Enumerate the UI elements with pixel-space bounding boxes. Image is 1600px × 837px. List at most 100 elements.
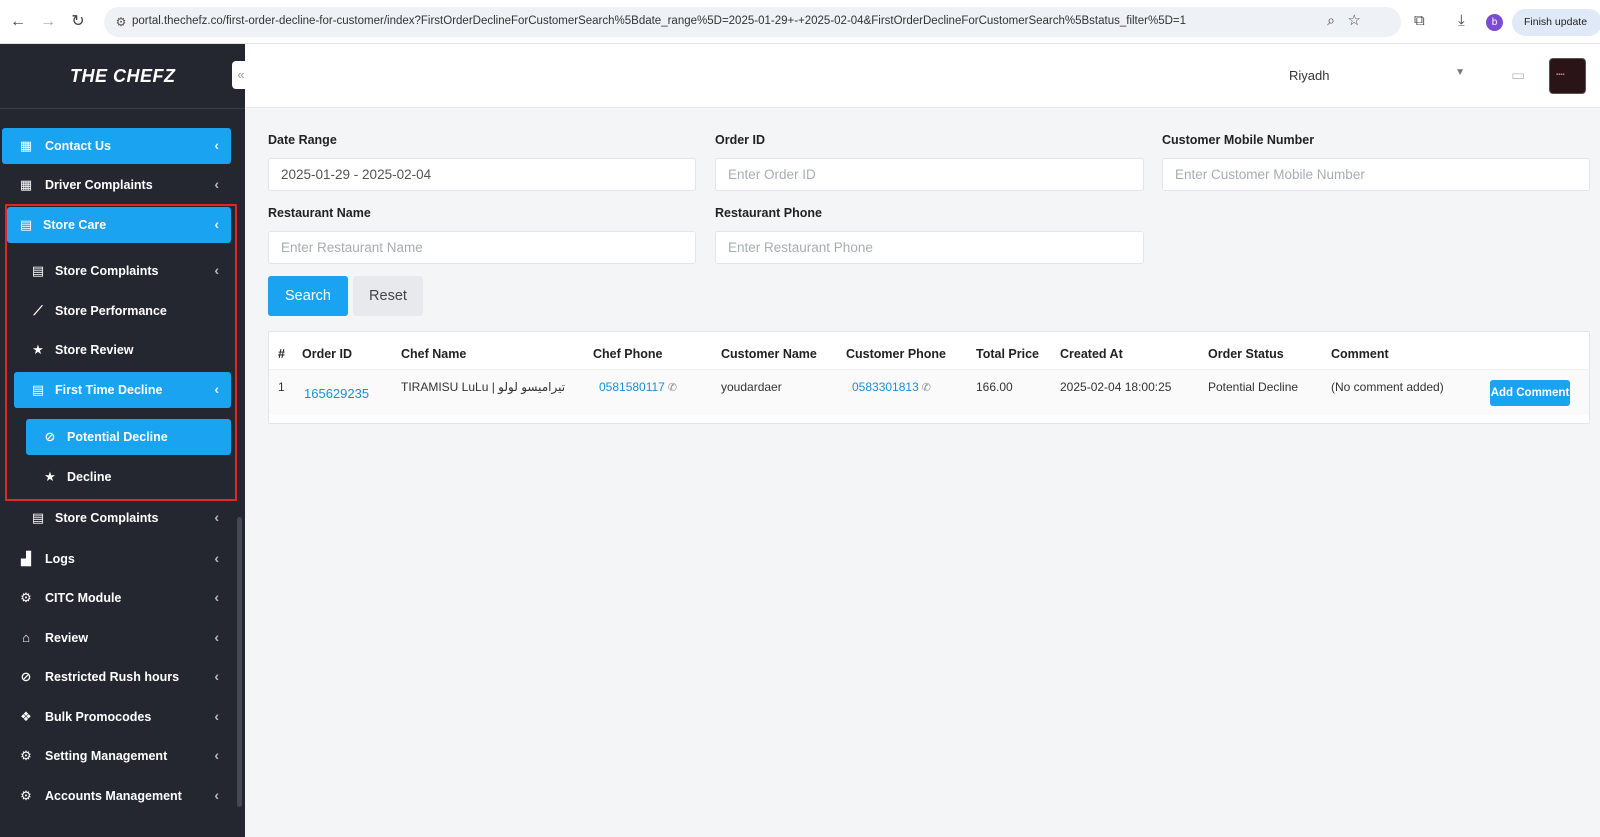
date-range-input[interactable] bbox=[268, 158, 696, 191]
sidebar-item-label: Contact Us bbox=[45, 139, 111, 153]
download-icon[interactable]: ⤓ bbox=[1458, 12, 1465, 29]
bank-icon: ⌂ bbox=[22, 630, 30, 645]
chevron-left-icon: ‹ bbox=[214, 747, 219, 763]
extensions-icon[interactable]: ⧉ bbox=[1414, 12, 1425, 29]
annotation-highlight-box bbox=[5, 204, 237, 501]
cell-order-id-link[interactable]: 165629235 bbox=[304, 386, 369, 401]
cogs-icon: ⚙ bbox=[20, 590, 32, 605]
finish-update-button[interactable]: Finish update bbox=[1512, 9, 1600, 36]
topbar: Riyadh ▼ ▭ ▪▪▪▪ bbox=[245, 44, 1600, 108]
sidebar-item-label: Restricted Rush hours bbox=[45, 670, 180, 684]
phone-icon: ✆ bbox=[921, 382, 931, 394]
customer-mobile-label: Customer Mobile Number bbox=[1162, 133, 1315, 147]
cell-chef-phone-link[interactable]: 0581580117 ✆ bbox=[599, 380, 677, 394]
cell-created-at: 2025-02-04 18:00:25 bbox=[1060, 380, 1172, 394]
chevron-left-icon: ‹ bbox=[214, 550, 219, 566]
building-icon: ▦ bbox=[19, 177, 33, 192]
order-id-label: Order ID bbox=[715, 133, 766, 147]
table-header-index: # bbox=[278, 347, 285, 361]
brand-name: THE CHEFZ bbox=[70, 66, 176, 86]
sidebar-item-driver-complaints[interactable]: ▦ Driver Complaints ‹ bbox=[2, 167, 231, 203]
sidebar-item-label: CITC Module bbox=[45, 591, 122, 605]
search-button[interactable]: Search bbox=[268, 276, 348, 316]
sidebar-item-label: Logs bbox=[45, 552, 75, 566]
cogs-icon: ⚙ bbox=[20, 748, 32, 763]
sidebar-item-label: Driver Complaints bbox=[45, 178, 153, 192]
table-header-customer-name: Customer Name bbox=[721, 347, 817, 361]
chevron-left-icon: ‹ bbox=[214, 629, 219, 645]
profile-avatar[interactable]: b bbox=[1486, 14, 1503, 31]
table-header-chef-name: Chef Name bbox=[401, 347, 467, 361]
date-range-label: Date Range bbox=[268, 133, 337, 147]
chef-phone-text[interactable]: 0581580117 bbox=[599, 380, 665, 394]
table-header-order-id: Order ID bbox=[302, 347, 353, 361]
table-header-customer-phone: Customer Phone bbox=[846, 347, 947, 361]
table-header-comment: Comment bbox=[1331, 347, 1389, 361]
chevron-left-icon: ‹ bbox=[214, 787, 219, 803]
ban-icon: ⊘ bbox=[20, 669, 32, 684]
cell-total-price: 166.00 bbox=[976, 380, 1013, 394]
zoom-icon[interactable]: ⌕ bbox=[1327, 12, 1335, 29]
chevron-left-icon: ‹ bbox=[214, 176, 219, 192]
caret-down-icon: ▼ bbox=[1455, 67, 1465, 78]
cell-index: 1 bbox=[278, 380, 285, 394]
chevron-left-icon: ‹ bbox=[214, 137, 219, 153]
reset-button[interactable]: Reset bbox=[353, 276, 423, 316]
sidebar-item-logs[interactable]: ▟ Logs ‹ bbox=[2, 541, 231, 577]
cell-chef-name: TIRAMISU LuLu | تيراميسو لولو bbox=[401, 380, 566, 394]
restaurant-phone-input[interactable] bbox=[715, 231, 1144, 264]
customer-phone-text[interactable]: 0583301813 bbox=[852, 380, 919, 394]
sidebar-item-contact-us[interactable]: ▦ Contact Us ‹ bbox=[2, 128, 231, 164]
sidebar-item-store-complaints-2[interactable]: ▤ Store Complaints ‹ bbox=[14, 500, 231, 536]
results-table: # Order ID Chef Name Chef Phone Customer… bbox=[268, 331, 1590, 424]
reload-icon[interactable]: ↻ bbox=[68, 12, 88, 32]
cell-comment: (No comment added) bbox=[1331, 380, 1444, 394]
cubes-icon: ❖ bbox=[20, 709, 32, 724]
chevron-left-icon: ‹ bbox=[214, 509, 219, 525]
city-select[interactable]: Riyadh ▼ bbox=[1275, 58, 1475, 92]
add-comment-button[interactable]: Add Comment bbox=[1490, 380, 1570, 406]
sidebar-divider bbox=[0, 108, 245, 109]
sidebar-item-label: Accounts Management bbox=[45, 789, 182, 803]
chevron-left-icon: ‹ bbox=[214, 708, 219, 724]
chat-icon[interactable]: ▭ bbox=[1511, 66, 1525, 84]
table-header-total-price: Total Price bbox=[976, 347, 1039, 361]
restaurant-name-input[interactable] bbox=[268, 231, 696, 264]
sidebar-item-label: Bulk Promocodes bbox=[45, 710, 152, 724]
order-id-input[interactable] bbox=[715, 158, 1144, 191]
forward-arrow-icon[interactable]: → bbox=[38, 12, 58, 32]
sidebar-scrollbar[interactable] bbox=[237, 517, 242, 807]
cell-order-status: Potential Decline bbox=[1208, 380, 1299, 394]
bookmark-star-icon[interactable]: ☆ bbox=[1348, 11, 1361, 29]
table-header-order-status: Order Status bbox=[1208, 347, 1284, 361]
cell-customer-name: youdardaer bbox=[721, 380, 782, 394]
table-header-chef-phone: Chef Phone bbox=[593, 347, 663, 361]
customer-mobile-input[interactable] bbox=[1162, 158, 1590, 191]
city-select-value: Riyadh bbox=[1289, 68, 1330, 83]
cell-customer-phone-link[interactable]: 0583301813 ✆ bbox=[852, 380, 931, 394]
building-icon: ▦ bbox=[19, 138, 33, 153]
sidebar-item-setting-management[interactable]: ⚙ Setting Management ‹ bbox=[2, 738, 231, 774]
back-arrow-icon[interactable]: ← bbox=[8, 12, 28, 32]
sidebar-item-accounts-management[interactable]: ⚙ Accounts Management ‹ bbox=[2, 778, 231, 814]
chevron-left-icon: ‹ bbox=[214, 589, 219, 605]
user-avatar[interactable]: ▪▪▪▪ bbox=[1549, 58, 1586, 94]
sidebar-item-citc-module[interactable]: ⚙ CITC Module ‹ bbox=[2, 580, 231, 616]
table-header-created-at: Created At bbox=[1060, 347, 1123, 361]
phone-icon: ✆ bbox=[667, 382, 678, 394]
browser-toolbar: ← → ↻ ⚙ portal.thechefz.co/first-order-d… bbox=[0, 0, 1600, 44]
sidebar-item-restricted-rush-hours[interactable]: ⊘ Restricted Rush hours ‹ bbox=[2, 659, 231, 695]
restaurant-name-label: Restaurant Name bbox=[268, 206, 371, 220]
sidebar-item-label: Store Complaints bbox=[55, 511, 159, 525]
sidebar-item-label: Review bbox=[45, 631, 89, 645]
restaurant-phone-label: Restaurant Phone bbox=[715, 206, 822, 220]
address-bar[interactable]: ⚙ portal.thechefz.co/first-order-decline… bbox=[104, 7, 1401, 37]
store-icon: ▤ bbox=[31, 510, 45, 525]
url-text[interactable]: portal.thechefz.co/first-order-decline-f… bbox=[132, 15, 1292, 27]
site-settings-icon[interactable]: ⚙ bbox=[112, 13, 130, 31]
sidebar-item-review[interactable]: ⌂ Review ‹ bbox=[2, 620, 231, 656]
avatar-image-icon: ▪▪▪▪ bbox=[1556, 72, 1565, 78]
brand-logo[interactable]: THE CHEFZ bbox=[0, 44, 245, 108]
chart-area-icon: ▟ bbox=[21, 551, 31, 566]
sidebar-item-bulk-promocodes[interactable]: ❖ Bulk Promocodes ‹ bbox=[2, 699, 231, 735]
